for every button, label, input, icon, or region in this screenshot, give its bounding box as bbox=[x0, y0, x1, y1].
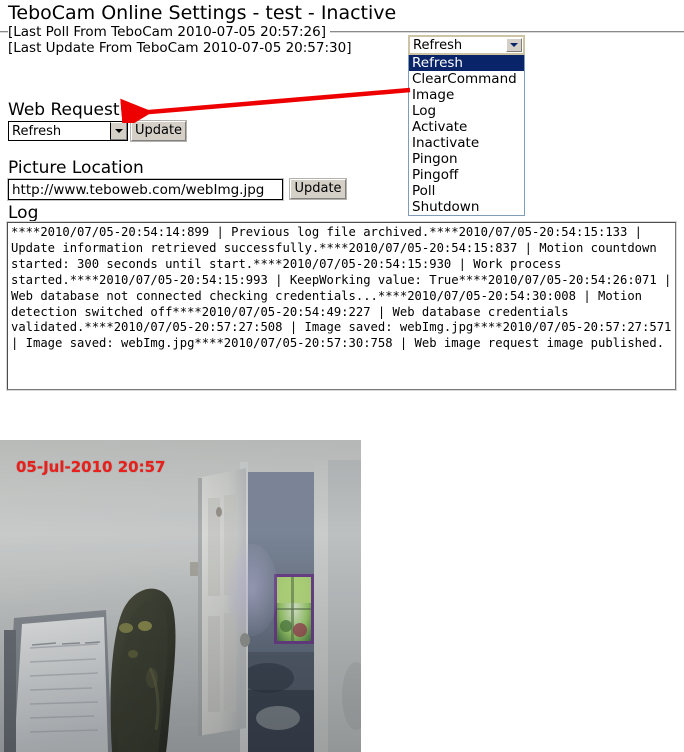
command-option-clearcommand[interactable]: ClearCommand bbox=[409, 71, 524, 87]
command-option-pingoff[interactable]: Pingoff bbox=[409, 167, 524, 183]
log-heading: Log bbox=[8, 203, 39, 223]
webcam-scene-graphic bbox=[0, 440, 361, 752]
page-title: TeboCam Online Settings - test - Inactiv… bbox=[8, 2, 397, 24]
last-poll-status: [Last Poll From TeboCam 2010-07-05 20:57… bbox=[8, 24, 331, 40]
web-request-update-button[interactable]: Update bbox=[130, 120, 187, 142]
last-update-status: [Last Update From TeboCam 2010-07-05 20:… bbox=[8, 40, 356, 56]
web-request-heading: Web Request bbox=[8, 100, 120, 120]
log-text: ****2010/07/05-20:54:14:899 | Previous l… bbox=[11, 225, 672, 351]
command-option-poll[interactable]: Poll bbox=[409, 183, 524, 199]
command-dropdown-closed-box[interactable]: Refresh bbox=[408, 35, 525, 55]
webcam-image: 05-Jul-2010 20:57 bbox=[0, 440, 361, 752]
command-option-inactivate[interactable]: Inactivate bbox=[409, 135, 524, 151]
command-option-shutdown[interactable]: Shutdown bbox=[409, 199, 524, 215]
picture-location-update-button[interactable]: Update bbox=[289, 178, 347, 200]
command-dropdown-selected-value: Refresh bbox=[413, 38, 463, 53]
chevron-down-icon[interactable] bbox=[110, 122, 127, 140]
command-dropdown[interactable]: Refresh Refresh ClearCommand Image Log A… bbox=[408, 35, 525, 216]
picture-location-heading: Picture Location bbox=[8, 158, 144, 178]
command-option-activate[interactable]: Activate bbox=[409, 119, 524, 135]
command-option-log[interactable]: Log bbox=[409, 103, 524, 119]
picture-location-input[interactable]: http://www.teboweb.com/webImg.jpg bbox=[7, 178, 284, 201]
command-option-pingon[interactable]: Pingon bbox=[409, 151, 524, 167]
command-option-refresh[interactable]: Refresh bbox=[409, 55, 524, 71]
command-dropdown-options[interactable]: Refresh ClearCommand Image Log Activate … bbox=[408, 55, 525, 216]
webcam-timestamp: 05-Jul-2010 20:57 bbox=[16, 458, 166, 476]
chevron-down-icon[interactable] bbox=[506, 38, 522, 52]
command-option-image[interactable]: Image bbox=[409, 87, 524, 103]
log-textarea[interactable]: ****2010/07/05-20:54:14:899 | Previous l… bbox=[6, 221, 677, 391]
web-request-select[interactable]: Refresh bbox=[8, 121, 128, 141]
annotation-arrow-icon bbox=[120, 87, 411, 123]
web-request-selected-value: Refresh bbox=[12, 124, 62, 139]
